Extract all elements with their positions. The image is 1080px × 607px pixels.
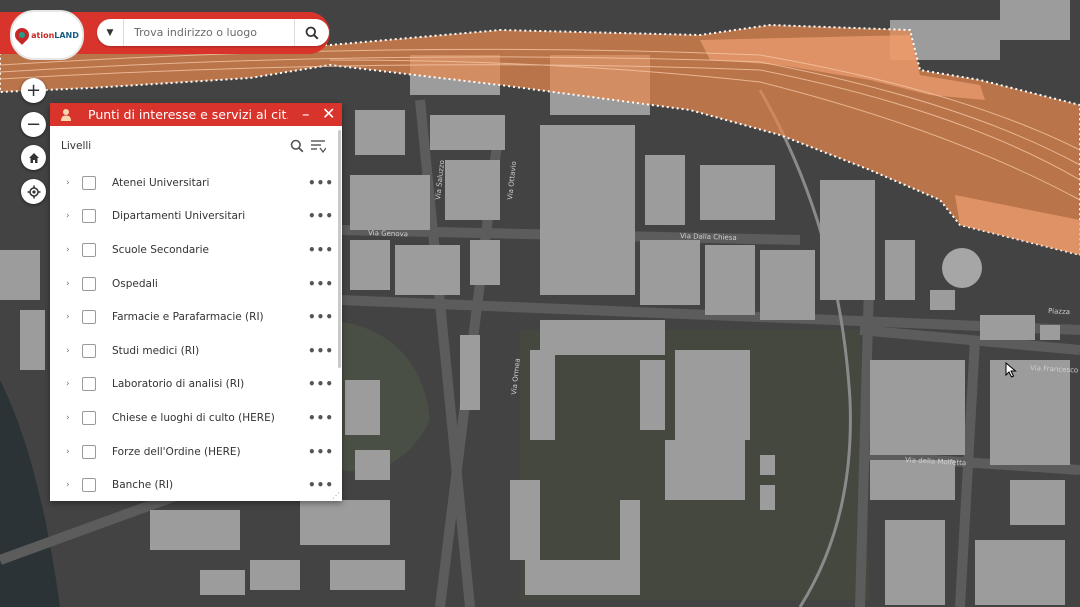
more-options-icon[interactable]: ••• [308, 310, 334, 324]
chevron-right-icon[interactable]: › [66, 312, 70, 322]
more-options-icon[interactable]: ••• [308, 243, 334, 257]
street-label: Via Genova [368, 229, 408, 238]
layer-name: Laboratorio di analisi (RI) [112, 378, 245, 391]
search-icon [290, 139, 304, 153]
minimize-button[interactable]: – [302, 105, 310, 123]
more-options-icon[interactable]: ••• [308, 176, 334, 190]
layer-name: Banche (RI) [112, 479, 174, 492]
search-bar: ▼ [97, 19, 329, 46]
address-search-input[interactable] [124, 19, 294, 46]
more-options-icon[interactable]: ••• [308, 411, 334, 425]
search-source-dropdown[interactable]: ▼ [97, 19, 124, 46]
chevron-right-icon[interactable]: › [66, 379, 70, 389]
crosshair-icon [27, 185, 40, 198]
layer-row[interactable]: › Dipartamenti Universitari ••• [50, 200, 342, 234]
layer-row[interactable]: › Studi medici (RI) ••• [50, 334, 342, 368]
layer-row[interactable]: › Forze dell'Ordine (HERE) ••• [50, 435, 342, 469]
layer-name: Atenei Universitari [112, 176, 210, 189]
chevron-right-icon[interactable]: › [66, 480, 70, 490]
home-icon [28, 152, 39, 163]
layer-row[interactable]: › Ospedali ••• [50, 267, 342, 301]
caret-down-icon: ▼ [106, 27, 114, 38]
layer-list: › Atenei Universitari ••• › Dipartamenti… [50, 166, 342, 502]
panel-title: Punti di interesse e servizi al cit... [88, 107, 288, 122]
layer-checkbox[interactable] [82, 377, 96, 392]
search-button[interactable] [294, 19, 329, 46]
more-options-icon[interactable]: ••• [308, 277, 334, 291]
chevron-right-icon[interactable]: › [66, 211, 70, 221]
more-options-icon[interactable]: ••• [308, 377, 334, 391]
layer-filter-button[interactable] [310, 138, 327, 157]
search-icon [305, 26, 319, 40]
layer-checkbox[interactable] [82, 343, 96, 358]
poi-layers-panel: Punti di interesse e servizi al cit... –… [50, 103, 342, 501]
chevron-right-icon[interactable]: › [66, 279, 70, 289]
close-button[interactable]: ✕ [322, 104, 335, 123]
home-button[interactable] [21, 145, 46, 170]
layer-row[interactable]: › Atenei Universitari ••• [50, 166, 342, 200]
layer-row[interactable]: › Scuole Secondarie ••• [50, 233, 342, 267]
layer-name: Dipartamenti Universitari [112, 210, 246, 223]
layer-name: Farmacie e Parafarmacie (RI) [112, 311, 264, 324]
zoom-in-button[interactable]: + [21, 78, 46, 103]
layer-checkbox[interactable] [82, 242, 96, 257]
chevron-right-icon[interactable]: › [66, 245, 70, 255]
layer-row[interactable]: › Laboratorio di analisi (RI) ••• [50, 368, 342, 402]
layer-row[interactable]: › Farmacie e Parafarmacie (RI) ••• [50, 300, 342, 334]
layer-name: Ospedali [112, 277, 158, 290]
layer-checkbox[interactable] [82, 209, 96, 224]
person-pin-icon [54, 108, 78, 122]
more-options-icon[interactable]: ••• [308, 344, 334, 358]
layers-header: Livelli [50, 126, 342, 166]
chevron-right-icon[interactable]: › [66, 178, 70, 188]
layer-checkbox[interactable] [82, 444, 96, 459]
chevron-right-icon[interactable]: › [66, 346, 70, 356]
filter-list-icon [311, 140, 327, 154]
chevron-right-icon[interactable]: › [66, 413, 70, 423]
layers-heading: Livelli [61, 140, 92, 152]
panel-scrollbar[interactable] [338, 130, 341, 368]
layer-search-button[interactable] [290, 138, 304, 157]
more-options-icon[interactable]: ••• [308, 445, 334, 459]
more-options-icon[interactable]: ••• [308, 478, 334, 492]
panel-header: Punti di interesse e servizi al cit... –… [50, 103, 342, 126]
zoom-out-button[interactable]: − [21, 112, 46, 137]
layer-checkbox[interactable] [82, 175, 96, 190]
logo-text: ationLAND [31, 30, 79, 40]
resize-handle-icon[interactable]: ⋰ [332, 491, 340, 500]
locate-me-button[interactable] [21, 179, 46, 204]
layer-checkbox[interactable] [82, 310, 96, 325]
roundabout [942, 248, 982, 288]
layer-name: Chiese e luoghi di culto (HERE) [112, 411, 275, 424]
more-options-icon[interactable]: ••• [308, 209, 334, 223]
mouse-cursor-icon [1005, 362, 1017, 378]
app-logo[interactable]: ationLAND [10, 10, 84, 60]
layer-checkbox[interactable] [82, 478, 96, 493]
layer-row[interactable]: › Chiese e luoghi di culto (HERE) ••• [50, 401, 342, 435]
street-label: Piazza [1048, 307, 1070, 316]
layer-checkbox[interactable] [82, 276, 96, 291]
layer-row[interactable]: › Banche (RI) ••• [50, 468, 342, 502]
layer-name: Forze dell'Ordine (HERE) [112, 445, 241, 458]
layer-name: Studi medici (RI) [112, 344, 200, 357]
layer-name: Scuole Secondarie [112, 243, 210, 256]
layer-checkbox[interactable] [82, 410, 96, 425]
chevron-right-icon[interactable]: › [66, 447, 70, 457]
location-pin-icon [12, 25, 33, 45]
